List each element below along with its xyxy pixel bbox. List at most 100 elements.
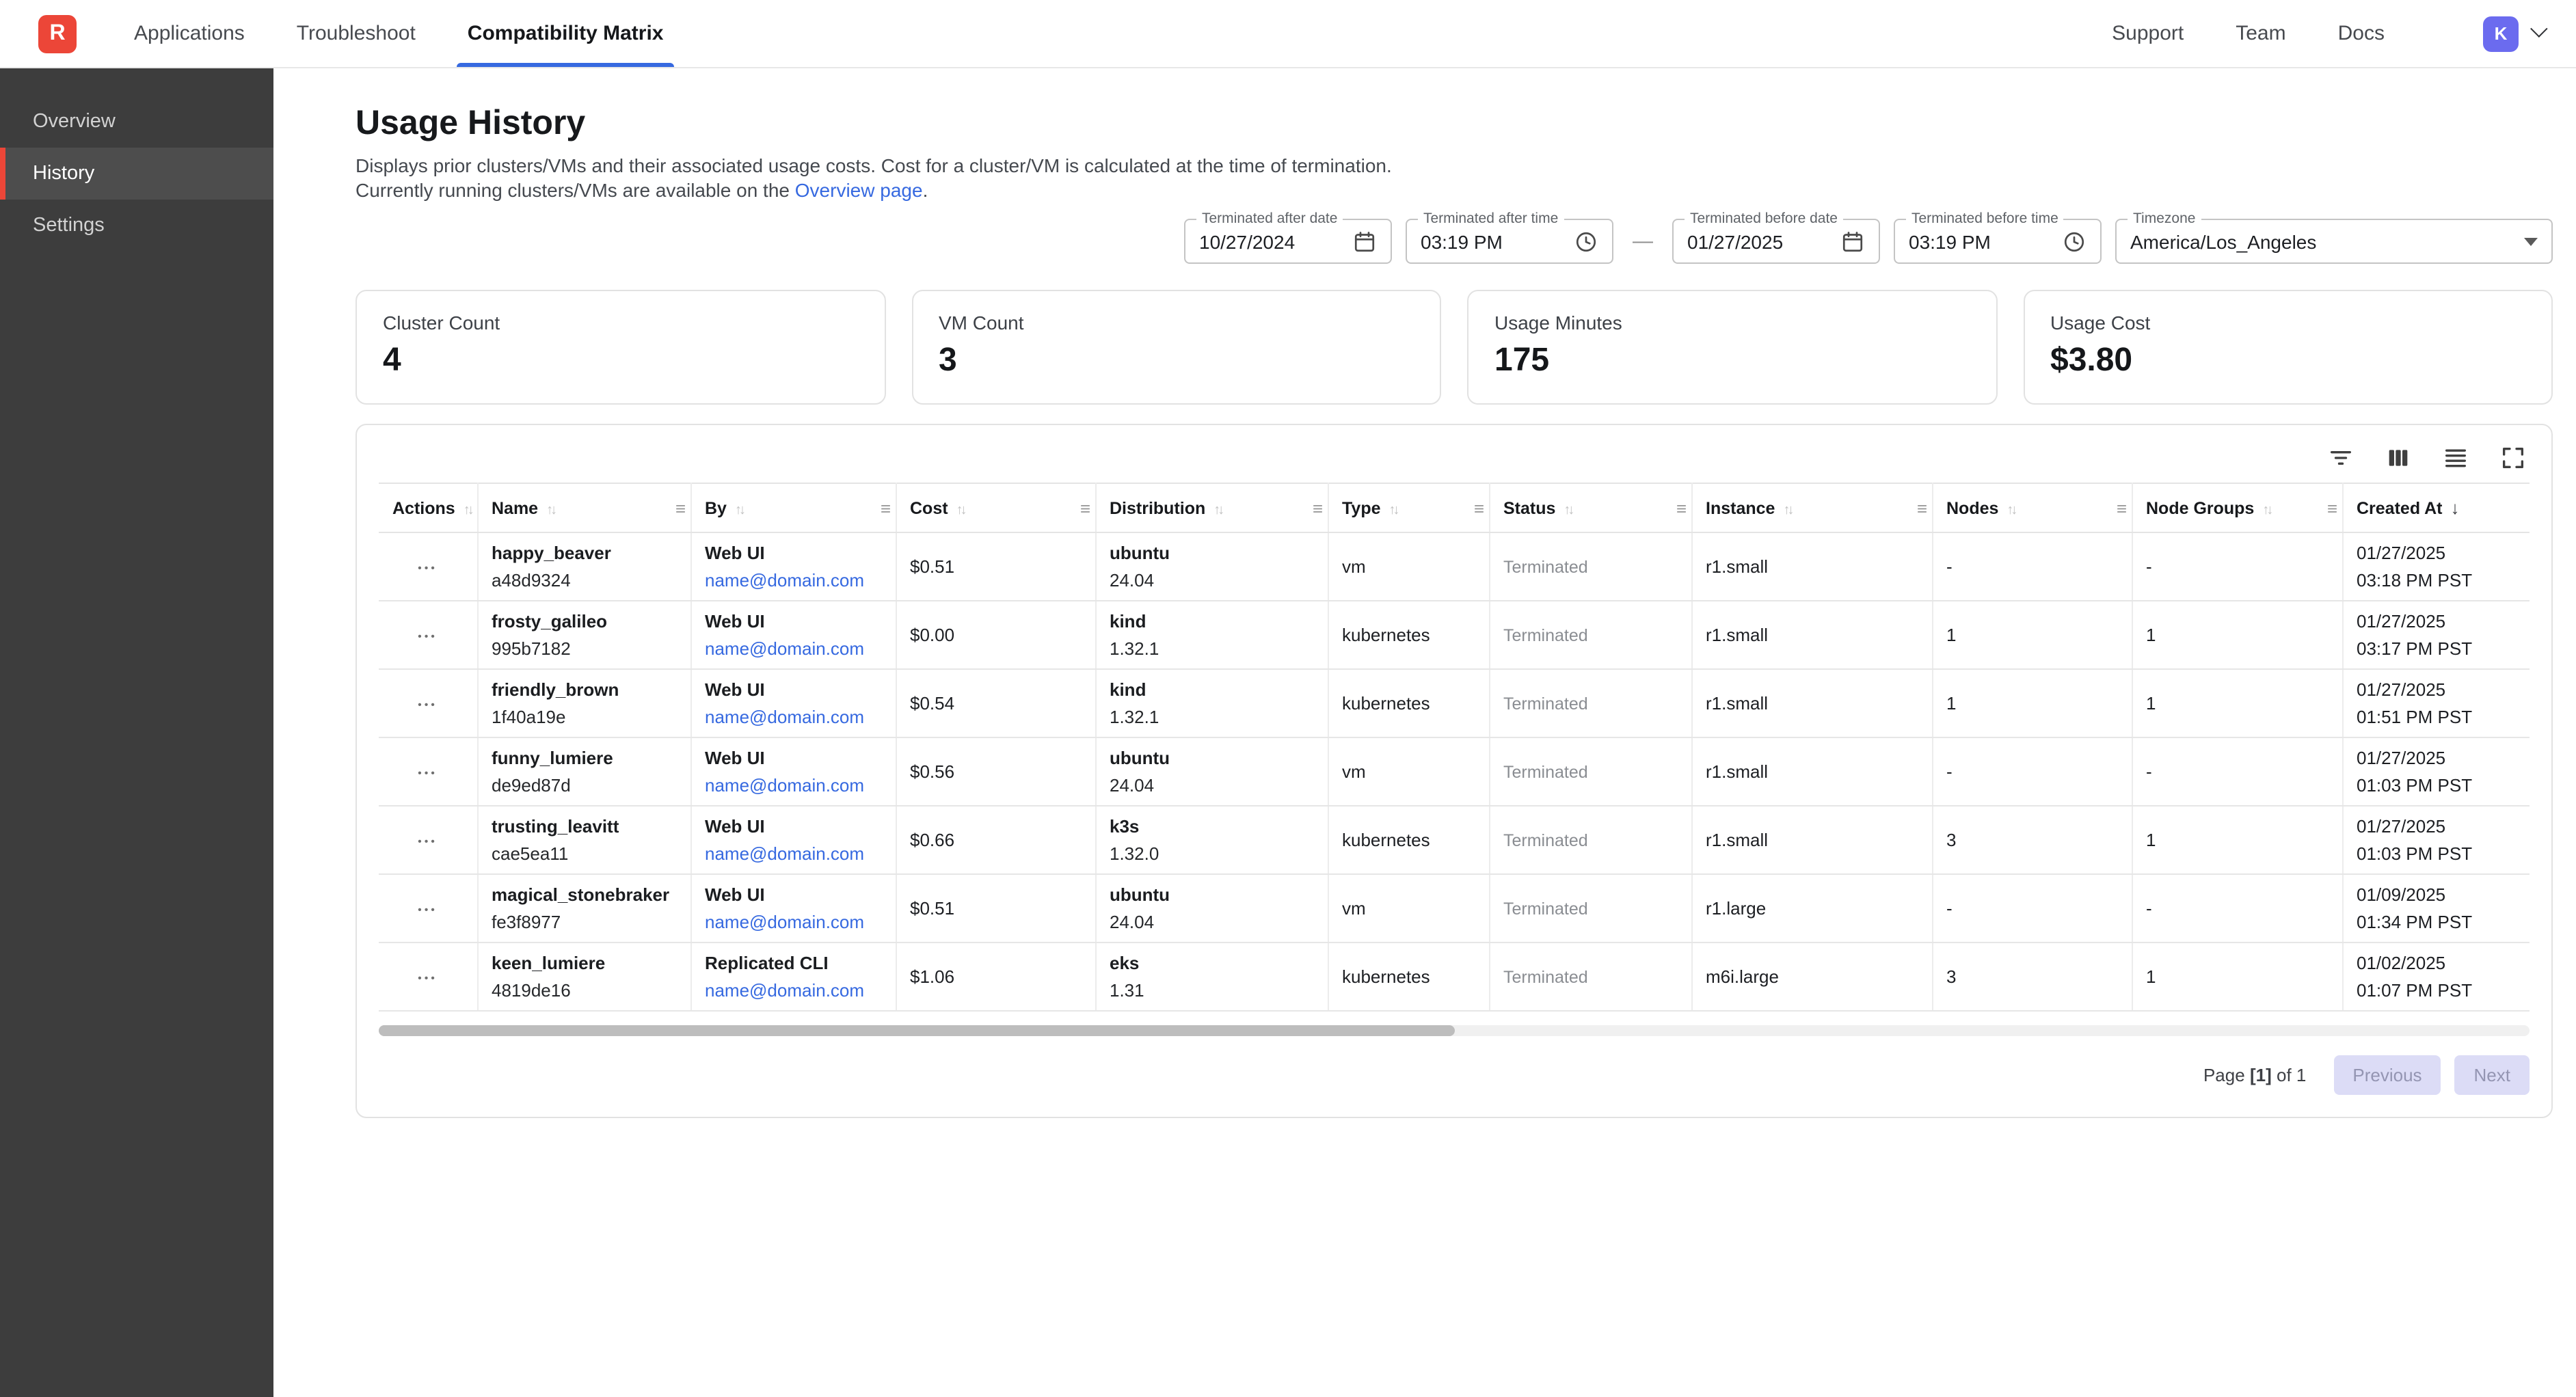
- sidebar-item-settings[interactable]: Settings: [0, 200, 273, 252]
- column-header-actions[interactable]: Actions↑↓: [379, 483, 477, 532]
- sort-icon[interactable]: ↑↓: [1783, 502, 1791, 517]
- replicated-logo-icon[interactable]: R: [38, 14, 77, 53]
- terminated-after-date-field[interactable]: Terminated after date 10/27/2024: [1184, 219, 1392, 264]
- column-header-by[interactable]: By↑↓≡: [690, 483, 896, 532]
- terminated-after-date-value[interactable]: 10/27/2024: [1199, 230, 1344, 252]
- table-row[interactable]: ••• frosty_galileo995b7182 Web UIname@do…: [379, 601, 2530, 669]
- node-groups-value: 1: [2146, 693, 2156, 714]
- cell-created-at: 01/02/202501:07 PM PST: [2342, 942, 2530, 1011]
- column-menu-icon[interactable]: ≡: [2327, 498, 2337, 518]
- clock-icon[interactable]: [1574, 229, 1598, 254]
- distribution-name: k3s: [1110, 813, 1313, 840]
- cell-by: Web UIname@domain.com: [690, 737, 896, 806]
- table-row[interactable]: ••• friendly_brown1f40a19e Web UIname@do…: [379, 669, 2530, 737]
- table-row[interactable]: ••• funny_lumierede9ed87d Web UIname@dom…: [379, 737, 2530, 806]
- terminated-before-time-value[interactable]: 03:19 PM: [1909, 230, 2054, 252]
- calendar-icon[interactable]: [1352, 229, 1377, 254]
- terminated-before-date-value[interactable]: 01/27/2025: [1687, 230, 1832, 252]
- terminated-before-time-field[interactable]: Terminated before time 03:19 PM: [1894, 219, 2102, 264]
- table-row[interactable]: ••• magical_stonebrakerfe3f8977 Web UIna…: [379, 874, 2530, 942]
- account-menu[interactable]: K: [2483, 16, 2543, 51]
- terminated-before-date-field[interactable]: Terminated before date 01/27/2025: [1672, 219, 1880, 264]
- terminated-after-time-field[interactable]: Terminated after time 03:19 PM: [1406, 219, 1613, 264]
- sort-icon[interactable]: ↑↓: [546, 502, 554, 517]
- table-row[interactable]: ••• keen_lumiere4819de16 Replicated CLIn…: [379, 942, 2530, 1011]
- column-header-created_at[interactable]: Created At↓: [2342, 483, 2530, 532]
- horizontal-scrollbar[interactable]: [379, 1025, 2530, 1036]
- page-prefix: Page: [2203, 1065, 2245, 1085]
- table-header-row: Actions↑↓Name↑↓≡By↑↓≡Cost↑↓≡Distribution…: [379, 483, 2530, 532]
- next-button[interactable]: Next: [2455, 1055, 2530, 1095]
- column-header-node_groups[interactable]: Node Groups↑↓≡: [2132, 483, 2342, 532]
- email-link[interactable]: name@domain.com: [705, 840, 864, 867]
- columns-icon[interactable]: [2382, 442, 2415, 474]
- nav-item-troubleshoot[interactable]: Troubleshoot: [297, 0, 416, 67]
- nav-link-team[interactable]: Team: [2236, 22, 2285, 45]
- timezone-value[interactable]: America/Los_Angeles: [2130, 230, 2516, 252]
- chevron-down-icon[interactable]: [2530, 20, 2547, 37]
- sort-icon[interactable]: ↑↓: [464, 502, 472, 517]
- row-actions-button[interactable]: •••: [412, 761, 443, 784]
- sort-desc-icon[interactable]: ↓: [2451, 498, 2460, 518]
- column-menu-icon[interactable]: ≡: [1313, 498, 1323, 518]
- timezone-select[interactable]: Timezone America/Los_Angeles: [2115, 219, 2553, 264]
- calendar-icon[interactable]: [1840, 229, 1865, 254]
- sort-icon[interactable]: ↑↓: [956, 502, 965, 517]
- scrollbar-thumb[interactable]: [379, 1025, 1454, 1036]
- sort-icon[interactable]: ↑↓: [2262, 502, 2270, 517]
- overview-page-link[interactable]: Overview page: [795, 178, 923, 200]
- column-header-distribution[interactable]: Distribution↑↓≡: [1095, 483, 1328, 532]
- column-menu-icon[interactable]: ≡: [675, 498, 686, 518]
- column-header-instance[interactable]: Instance↑↓≡: [1691, 483, 1932, 532]
- row-actions-button[interactable]: •••: [412, 624, 443, 647]
- density-icon[interactable]: [2439, 442, 2472, 474]
- avatar[interactable]: K: [2483, 16, 2519, 51]
- column-header-cost[interactable]: Cost↑↓≡: [896, 483, 1095, 532]
- column-menu-icon[interactable]: ≡: [2117, 498, 2127, 518]
- filter-icon[interactable]: [2324, 442, 2357, 474]
- nav-item-compatibility-matrix[interactable]: Compatibility Matrix: [468, 0, 664, 67]
- email-link[interactable]: name@domain.com: [705, 908, 864, 936]
- column-menu-icon[interactable]: ≡: [1474, 498, 1484, 518]
- row-actions-button[interactable]: •••: [412, 829, 443, 852]
- column-menu-icon[interactable]: ≡: [1917, 498, 1927, 518]
- nav-item-applications[interactable]: Applications: [134, 0, 245, 67]
- table-row[interactable]: ••• trusting_leavittcae5ea11 Web UIname@…: [379, 806, 2530, 874]
- fullscreen-icon[interactable]: [2497, 442, 2530, 474]
- sidebar-item-overview[interactable]: Overview: [0, 96, 273, 148]
- row-actions-button[interactable]: •••: [412, 966, 443, 989]
- column-header-nodes[interactable]: Nodes↑↓≡: [1932, 483, 2132, 532]
- terminated-after-time-value[interactable]: 03:19 PM: [1421, 230, 1566, 252]
- cell-status: Terminated: [1489, 737, 1691, 806]
- row-actions-button[interactable]: •••: [412, 897, 443, 921]
- sort-icon[interactable]: ↑↓: [1213, 502, 1222, 517]
- row-actions-button[interactable]: •••: [412, 556, 443, 579]
- email-link[interactable]: name@domain.com: [705, 567, 864, 594]
- cell-nodes: 3: [1932, 942, 2132, 1011]
- nav-link-support[interactable]: Support: [2112, 22, 2184, 45]
- column-header-status[interactable]: Status↑↓≡: [1489, 483, 1691, 532]
- cluster-id: 4819de16: [492, 977, 676, 1004]
- sort-icon[interactable]: ↑↓: [1389, 502, 1397, 517]
- column-menu-icon[interactable]: ≡: [1676, 498, 1687, 518]
- row-actions-button[interactable]: •••: [412, 692, 443, 716]
- distribution-version: 24.04: [1110, 567, 1313, 594]
- email-link[interactable]: name@domain.com: [705, 977, 864, 1004]
- sidebar-item-history[interactable]: History: [0, 148, 273, 200]
- cost-value: $1.06: [910, 966, 954, 987]
- email-link[interactable]: name@domain.com: [705, 772, 864, 799]
- email-link[interactable]: name@domain.com: [705, 703, 864, 731]
- clock-icon[interactable]: [2062, 229, 2087, 254]
- column-menu-icon[interactable]: ≡: [1080, 498, 1090, 518]
- sort-icon[interactable]: ↑↓: [735, 502, 743, 517]
- nav-link-docs[interactable]: Docs: [2338, 22, 2385, 45]
- sort-icon[interactable]: ↑↓: [2007, 502, 2015, 517]
- table-row[interactable]: ••• happy_beavera48d9324 Web UIname@doma…: [379, 532, 2530, 601]
- column-header-type[interactable]: Type↑↓≡: [1328, 483, 1489, 532]
- previous-button[interactable]: Previous: [2333, 1055, 2441, 1095]
- email-link[interactable]: name@domain.com: [705, 635, 864, 662]
- column-menu-icon[interactable]: ≡: [881, 498, 891, 518]
- sort-icon[interactable]: ↑↓: [1564, 502, 1572, 517]
- column-header-name[interactable]: Name↑↓≡: [477, 483, 690, 532]
- caret-down-icon[interactable]: [2524, 237, 2538, 245]
